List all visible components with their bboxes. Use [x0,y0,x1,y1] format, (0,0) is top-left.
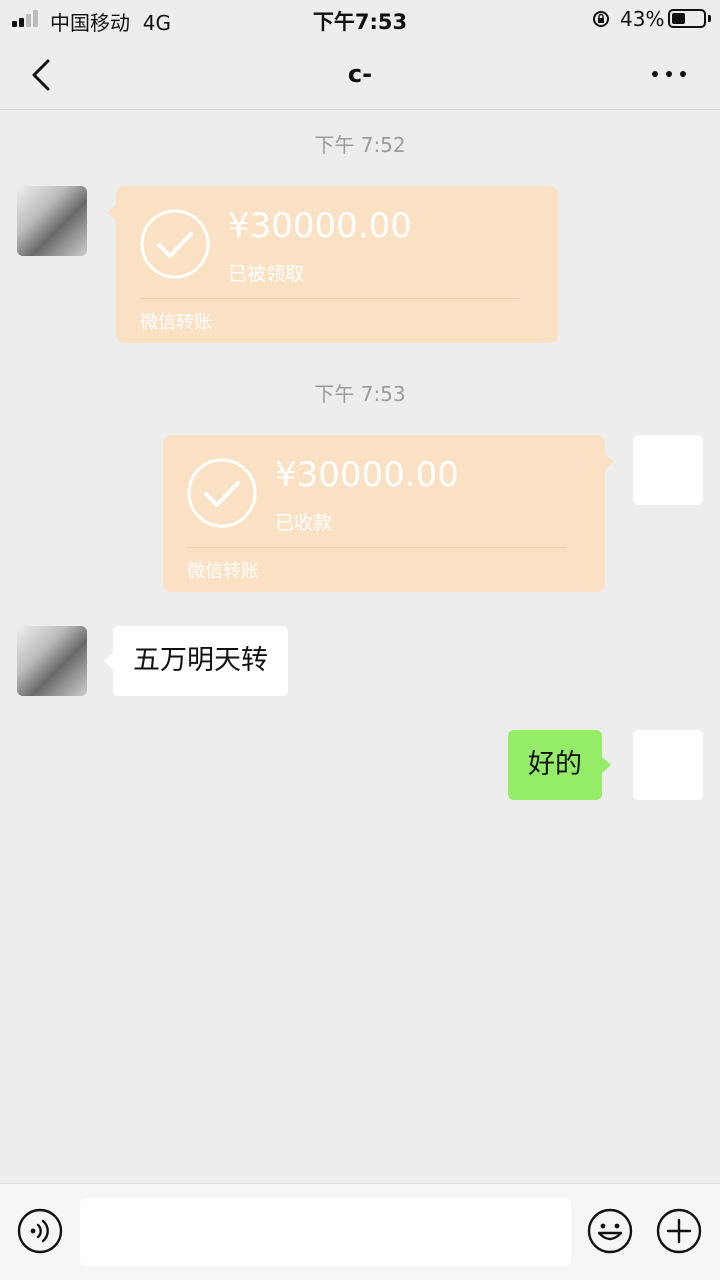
transfer-status: 已被领取 [228,263,305,285]
more-options-icon[interactable] [648,68,690,80]
transfer-amount: ¥30000.00 [228,206,412,246]
transfer-card[interactable]: ¥30000.00 已收款 微信转账 [163,435,614,592]
voice-input-icon[interactable] [17,1208,63,1254]
emoji-icon[interactable] [587,1208,633,1254]
chat-header: c- [0,40,720,110]
input-bar [0,1183,720,1280]
divider [187,547,567,548]
battery-percent: 43% [620,7,665,31]
received-message-bubble[interactable]: 五万明天转 [104,626,288,696]
message-timestamp: 下午 7:53 [314,382,406,406]
transfer-footer: 微信转账 [187,561,259,582]
check-circle-icon [140,209,210,279]
transfer-status: 已收款 [275,512,333,534]
divider [140,298,520,299]
message-input[interactable] [80,1198,571,1266]
transfer-amount: ¥30000.00 [275,455,459,495]
message-text: 五万明天转 [133,645,268,676]
transfer-card[interactable]: ¥30000.00 已被领取 微信转账 [107,186,558,343]
sent-message-bubble[interactable]: 好的 [508,730,611,800]
rotation-lock-icon [593,11,609,27]
contact-avatar[interactable] [17,186,87,256]
my-avatar[interactable] [633,435,703,505]
status-bar: 中国移动 4G 下午7:53 43% [0,0,720,40]
my-avatar[interactable] [633,730,703,800]
check-circle-icon [187,458,257,528]
plus-icon[interactable] [656,1208,702,1254]
message-text: 好的 [528,749,582,780]
message-timestamp: 下午 7:52 [314,133,406,157]
battery-icon [668,9,706,28]
chat-title: c- [347,60,373,88]
transfer-footer: 微信转账 [140,312,212,333]
status-time: 下午7:53 [312,10,408,34]
contact-avatar[interactable] [17,626,87,696]
